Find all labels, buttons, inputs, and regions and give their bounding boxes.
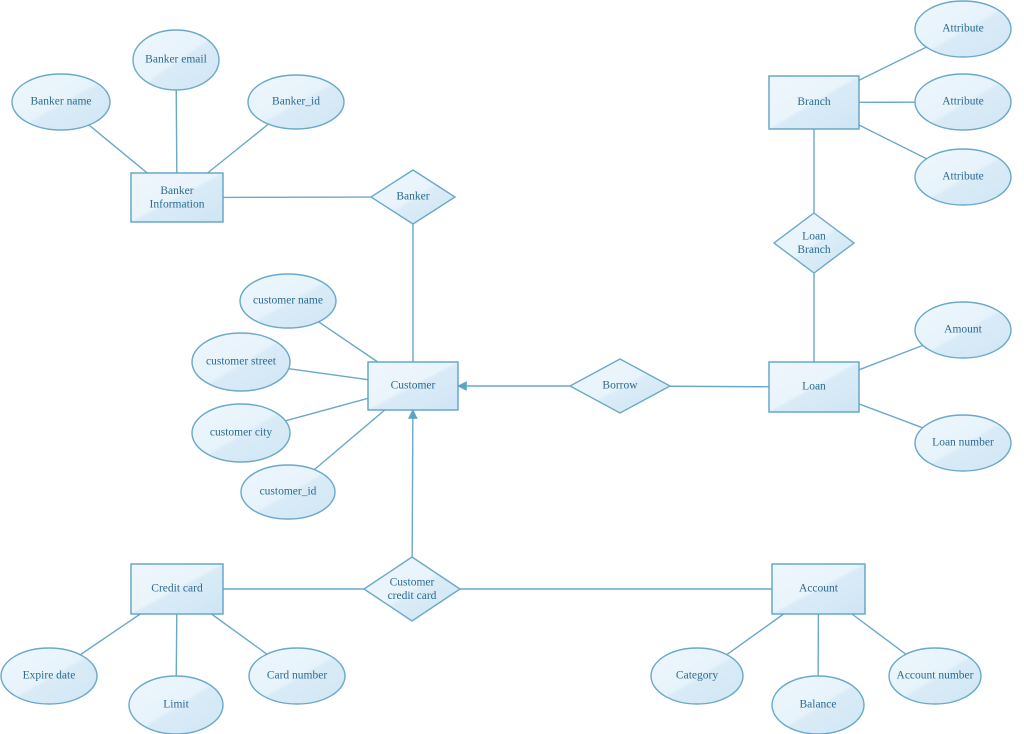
connector-line: [285, 397, 369, 422]
er-diagram-canvas: Banker Information Customer Branch Loan Credi…: [0, 0, 1024, 734]
entity-loan[interactable]: [768, 361, 860, 413]
entity-customer[interactable]: [367, 361, 459, 411]
attribute-banker_id[interactable]: [247, 74, 345, 130]
attribute-banker_name[interactable]: [11, 73, 111, 131]
connector-line: [175, 89, 178, 174]
shape-layer: [0, 0, 1012, 734]
connector-line: [726, 613, 784, 656]
connector-line: [858, 124, 927, 160]
attribute-limit[interactable]: [128, 675, 224, 734]
attribute-customer_name[interactable]: [239, 273, 337, 329]
attribute-customer_id[interactable]: [240, 464, 336, 520]
connector-line: [313, 409, 386, 471]
attribute-customer_city[interactable]: [191, 403, 291, 463]
attribute-branch_attr_2[interactable]: [914, 73, 1012, 131]
entity-branch[interactable]: [768, 75, 860, 130]
attribute-amount[interactable]: [914, 301, 1012, 359]
entity-banker_information[interactable]: [130, 172, 224, 223]
connector-line: [318, 321, 379, 363]
relationship-customer_credit_card[interactable]: [362, 556, 462, 622]
attribute-expire_date[interactable]: [0, 647, 98, 705]
relationship-banker[interactable]: [369, 169, 457, 225]
attribute-category[interactable]: [650, 647, 744, 705]
connector-line: [288, 367, 369, 381]
connector-line: [207, 123, 269, 174]
connector-line: [175, 613, 178, 677]
connector-line: [88, 124, 148, 174]
er-diagram-svg: Banker InformationCustomerBranchLoanCredi…: [0, 0, 1012, 734]
connector-line: [211, 613, 268, 655]
attribute-loan_number[interactable]: [914, 414, 1012, 472]
attribute-branch_attr_3[interactable]: [914, 148, 1012, 206]
attribute-card_number[interactable]: [248, 647, 346, 705]
relationship-borrow[interactable]: [568, 358, 672, 414]
attribute-balance[interactable]: [771, 675, 865, 734]
connector-line: [79, 613, 141, 656]
connector-line: [407, 409, 418, 558]
connector-line: [851, 613, 907, 655]
attribute-account_number[interactable]: [888, 647, 982, 705]
connector-line: [858, 344, 924, 371]
attribute-banker_email[interactable]: [132, 29, 220, 91]
entity-credit_card[interactable]: [130, 563, 224, 615]
connector-line: [669, 385, 770, 388]
connector-line: [858, 403, 923, 429]
attribute-customer_street[interactable]: [191, 332, 291, 392]
entity-account[interactable]: [771, 563, 866, 615]
relationship-loan_branch[interactable]: [772, 212, 856, 274]
attribute-branch_attr_1[interactable]: [914, 0, 1012, 58]
connector-line: [858, 46, 927, 81]
